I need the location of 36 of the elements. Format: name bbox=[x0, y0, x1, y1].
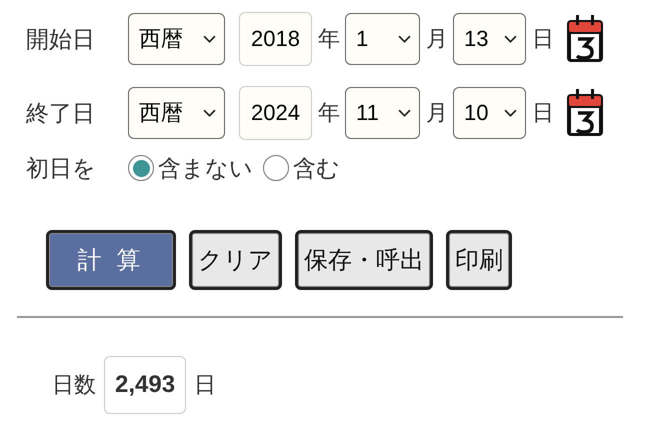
caret-icon bbox=[504, 34, 517, 44]
unit-label: 日 bbox=[532, 25, 554, 53]
caret-icon bbox=[203, 108, 216, 118]
era-dropdown[interactable]: 西暦 bbox=[128, 87, 225, 139]
era-dropdown[interactable]: 西暦 bbox=[128, 13, 225, 65]
unit-label: 月 bbox=[426, 99, 448, 127]
month-dropdown[interactable]: 11 bbox=[345, 87, 420, 139]
unit-label: 月 bbox=[426, 25, 448, 53]
year-field[interactable]: 2024 bbox=[239, 86, 312, 140]
action-button[interactable]: クリア bbox=[189, 230, 282, 290]
year-field[interactable]: 2018 bbox=[239, 12, 312, 66]
radio-label: 含む bbox=[293, 154, 340, 182]
date-label: 終了日 bbox=[26, 98, 96, 128]
first-day-label: 初日を bbox=[26, 154, 97, 182]
unit-label: 年 bbox=[318, 99, 340, 127]
caret-icon bbox=[398, 108, 411, 118]
day-dropdown[interactable]: 13 bbox=[453, 13, 526, 65]
unit-label: 年 bbox=[318, 25, 340, 53]
action-button[interactable]: 印刷 bbox=[446, 230, 512, 290]
date-label: 開始日 bbox=[26, 24, 96, 54]
result-field: 2,493 bbox=[104, 356, 186, 414]
month-dropdown[interactable]: 1 bbox=[345, 13, 420, 65]
day-dropdown[interactable]: 10 bbox=[453, 87, 526, 139]
action-button[interactable]: 保存・呼出 bbox=[295, 230, 433, 290]
result-label: 日数 bbox=[52, 371, 96, 399]
caret-icon bbox=[203, 34, 216, 44]
calculate-button[interactable]: 計 算 bbox=[46, 230, 176, 290]
caret-icon bbox=[504, 108, 517, 118]
radio-button[interactable] bbox=[128, 155, 154, 181]
calendar-icon[interactable] bbox=[565, 88, 605, 138]
calendar-icon[interactable] bbox=[565, 14, 605, 64]
unit-label: 日 bbox=[532, 99, 554, 127]
unit-label: 日 bbox=[194, 371, 216, 399]
radio-button[interactable] bbox=[263, 155, 289, 181]
caret-icon bbox=[398, 34, 411, 44]
radio-label: 含まない bbox=[158, 154, 253, 182]
